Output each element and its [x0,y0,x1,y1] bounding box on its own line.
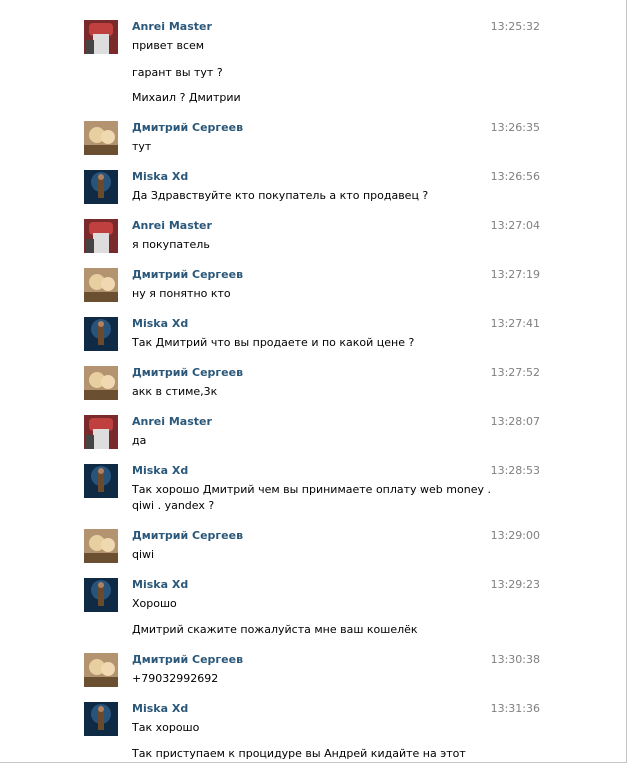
message-text: Михаил ? Дмитрии [132,91,241,104]
message-text: гарант вы тут ? [132,66,223,79]
message-text: Да Здравствуйте кто покупатель а кто про… [132,189,429,202]
message-time: 13:28:07 [490,415,540,428]
avatar[interactable] [84,121,118,155]
avatar[interactable] [84,268,118,302]
message-time: 13:27:19 [490,268,540,281]
avatar[interactable] [84,578,118,612]
avatar[interactable] [84,529,118,563]
message-text: тут [132,140,152,153]
message-author[interactable]: Miska Xd [132,578,188,592]
avatar[interactable] [84,170,118,204]
message-time: 13:25:32 [490,20,540,33]
message-text: Так хорошо Дмитрий чем вы принимаете опл… [132,483,491,512]
avatar[interactable] [84,702,118,736]
message-author[interactable]: Anrei Master [132,415,212,429]
message-author[interactable]: Anrei Master [132,219,212,233]
message-text: да [132,434,147,447]
message-text: я покупатель [132,238,210,251]
avatar[interactable] [84,20,118,54]
avatar[interactable] [84,366,118,400]
message-author[interactable]: Miska Xd [132,464,188,478]
avatar[interactable] [84,219,118,253]
chat-history: Anrei Master 13:25:32 привет всем гарант… [0,0,627,763]
message-text: ну я понятно кто [132,287,231,300]
message-text: акк в стиме,3к [132,385,218,398]
message-text: +79032992692 [132,672,219,685]
message-author[interactable]: Дмитрий Сергеев [132,529,243,543]
avatar[interactable] [84,464,118,498]
message-text: qiwi [132,548,155,561]
message-text: Так приступаем к процидуре вы Андрей кид… [132,747,466,760]
message-text: Хорошо [132,597,177,610]
avatar[interactable] [84,653,118,687]
message-text: Так хорошо [132,721,200,734]
message-time: 13:29:00 [490,529,540,542]
message-author[interactable]: Anrei Master [132,20,212,34]
message-author[interactable]: Дмитрий Сергеев [132,653,243,667]
avatar[interactable] [84,317,118,351]
message-author[interactable]: Дмитрий Сергеев [132,121,243,135]
message-text: Дмитрий скажите пожалуйста мне ваш кошел… [132,623,418,636]
message-time: 13:27:04 [490,219,540,232]
message-text: Так Дмитрий что вы продаете и по какой ц… [132,336,415,349]
message-author[interactable]: Miska Xd [132,702,188,716]
message-time: 13:30:38 [490,653,540,666]
message-time: 13:26:35 [490,121,540,134]
message-author[interactable]: Miska Xd [132,170,188,184]
message-time: 13:28:53 [490,464,540,477]
message-author[interactable]: Miska Xd [132,317,188,331]
message-author[interactable]: Дмитрий Сергеев [132,268,243,282]
avatar[interactable] [84,415,118,449]
message-author[interactable]: Дмитрий Сергеев [132,366,243,380]
message-time: 13:27:41 [490,317,540,330]
message-time: 13:26:56 [490,170,540,183]
message-time: 13:29:23 [490,578,540,591]
message-time: 13:27:52 [490,366,540,379]
message-text: привет всем [132,39,205,52]
message-time: 13:31:36 [490,702,540,715]
